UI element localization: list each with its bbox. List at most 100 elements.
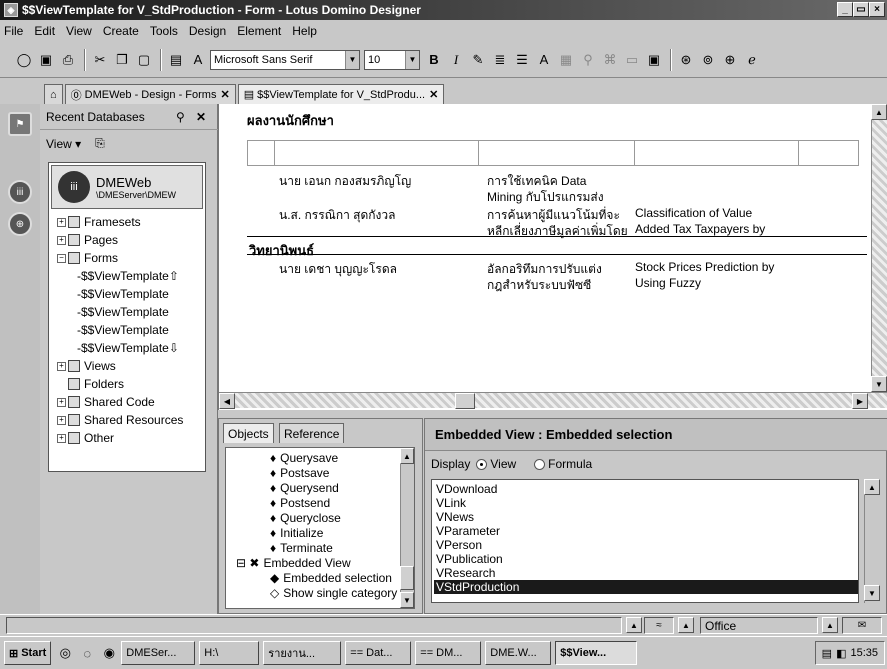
- radio-view[interactable]: [476, 458, 488, 470]
- scroll-down-icon[interactable]: ▼: [864, 585, 880, 601]
- expand-icon[interactable]: +: [57, 217, 66, 227]
- tree-item-shared-code[interactable]: + Shared Code: [57, 393, 155, 411]
- chevron-up-icon[interactable]: ▲: [678, 617, 694, 633]
- chevron-up-icon[interactable]: ▲: [822, 617, 838, 633]
- radio-formula[interactable]: [534, 458, 546, 470]
- location-field[interactable]: Office: [700, 617, 818, 634]
- menu-tools[interactable]: Tools: [150, 24, 178, 38]
- field-icon[interactable]: ▭: [622, 50, 642, 70]
- close-button[interactable]: ×: [869, 2, 885, 17]
- stop-icon[interactable]: ◯: [14, 50, 34, 70]
- chevron-down-icon[interactable]: ▼: [345, 50, 359, 69]
- menu-create[interactable]: Create: [103, 24, 139, 38]
- highlighter-icon[interactable]: ✎: [468, 50, 488, 70]
- restore-button[interactable]: ▭: [853, 2, 869, 17]
- tree-item-pages[interactable]: + Pages: [57, 231, 118, 249]
- paste-icon[interactable]: ▢: [134, 50, 154, 70]
- horizontal-scrollbar[interactable]: ◀ ▶: [219, 392, 887, 409]
- bold-button[interactable]: B: [424, 50, 444, 70]
- tab-design-forms[interactable]: ⓪ DMEWeb - Design - Forms ✕: [64, 84, 236, 104]
- chevron-up-icon[interactable]: ▲: [626, 617, 642, 633]
- quicklaunch-icon[interactable]: ◌: [77, 643, 97, 663]
- database-bookmark-icon[interactable]: ⊕: [8, 212, 32, 236]
- expand-icon[interactable]: +: [57, 235, 66, 245]
- list-item[interactable]: ◇ Show single category: [270, 585, 397, 600]
- ie-preview-icon[interactable]: ℯ: [742, 50, 762, 70]
- vertical-scrollbar[interactable]: ▲ ▼: [400, 448, 414, 608]
- signal-icon[interactable]: ≈: [644, 617, 674, 634]
- preview-icon[interactable]: ▣: [644, 50, 664, 70]
- text-style-icon[interactable]: A: [188, 50, 208, 70]
- tray-icon[interactable]: ◧: [836, 647, 846, 660]
- menu-help[interactable]: Help: [292, 24, 317, 38]
- list-item[interactable]: VPublication: [434, 552, 858, 566]
- tree-item-form[interactable]: - $$ViewTemplate: [77, 321, 169, 339]
- list-item[interactable]: VParameter: [434, 524, 858, 538]
- tab-view-template[interactable]: ▤ $$ViewTemplate for V_StdProdu... ✕: [237, 84, 445, 104]
- list-item[interactable]: ♦ Postsend: [270, 495, 330, 510]
- scroll-up-icon[interactable]: ⇧: [169, 269, 179, 283]
- vertical-scrollbar[interactable]: ▲ ▼: [871, 104, 887, 394]
- font-size-select[interactable]: 10 ▼: [364, 49, 420, 70]
- mail-icon[interactable]: ✉: [842, 617, 882, 634]
- task-button[interactable]: == DM...: [415, 641, 482, 665]
- list-item[interactable]: VLink: [434, 496, 858, 510]
- menu-view[interactable]: View: [66, 24, 92, 38]
- home-tab[interactable]: ⌂: [44, 84, 63, 104]
- expand-icon[interactable]: +: [57, 415, 66, 425]
- scroll-right-icon[interactable]: ▶: [852, 393, 868, 409]
- scroll-thumb[interactable]: [455, 393, 475, 409]
- menu-file[interactable]: File: [4, 24, 23, 38]
- tray-icon[interactable]: ▤: [822, 647, 832, 660]
- attach-icon[interactable]: ⌘: [600, 50, 620, 70]
- close-icon[interactable]: ✕: [220, 88, 229, 101]
- expand-icon[interactable]: +: [57, 397, 66, 407]
- objects-list[interactable]: ♦ Querysave ♦ Postsave ♦ Querysend ♦ Postsen…: [225, 447, 415, 609]
- list-item[interactable]: VNews: [434, 510, 858, 524]
- folder-icon[interactable]: ⎘: [95, 136, 105, 151]
- vertical-scrollbar[interactable]: ▲ ▼: [864, 479, 880, 603]
- scroll-down-icon[interactable]: ⇩: [169, 341, 179, 355]
- font-name-select[interactable]: Microsoft Sans Serif ▼: [210, 49, 360, 70]
- quicklaunch-icon[interactable]: ◎: [55, 643, 75, 663]
- tab-reference[interactable]: Reference: [279, 423, 345, 443]
- notes-preview-icon[interactable]: ⊛: [676, 50, 696, 70]
- web-preview-icon[interactable]: ⊚: [698, 50, 718, 70]
- tree-item-forms[interactable]: − Forms: [57, 249, 118, 267]
- list-item[interactable]: ♦ Querysend: [270, 480, 339, 495]
- database-header[interactable]: iii DMEWeb \DMEServer\DMEW: [51, 165, 203, 209]
- tree-item-views[interactable]: + Views: [57, 357, 116, 375]
- browser-preview-icon[interactable]: ⊕: [720, 50, 740, 70]
- task-button[interactable]: DMESer...: [121, 641, 196, 665]
- scroll-down-icon[interactable]: ▼: [400, 592, 414, 608]
- chevron-down-icon[interactable]: ▼: [405, 50, 419, 69]
- scroll-left-icon[interactable]: ◀: [219, 393, 235, 409]
- tree-item-form[interactable]: - $$ViewTemplate: [77, 303, 169, 321]
- task-button[interactable]: H:\: [199, 641, 260, 665]
- start-button[interactable]: ⊞ Start: [4, 641, 52, 665]
- menu-element[interactable]: Element: [237, 24, 281, 38]
- collapse-icon[interactable]: −: [57, 253, 66, 263]
- list-item[interactable]: VPerson: [434, 538, 858, 552]
- list-item[interactable]: ♦ Querysave: [270, 450, 338, 465]
- list-item[interactable]: ♦ Postsave: [270, 465, 329, 480]
- close-icon[interactable]: ✕: [429, 88, 438, 101]
- copy-icon[interactable]: ❐: [112, 50, 132, 70]
- expand-icon[interactable]: +: [57, 361, 66, 371]
- pin-icon[interactable]: ⚲: [176, 110, 185, 124]
- scroll-up-icon[interactable]: ▲: [871, 104, 887, 120]
- list-item[interactable]: VResearch: [434, 566, 858, 580]
- tree-item-other[interactable]: + Other: [57, 429, 114, 447]
- close-icon[interactable]: ✕: [196, 110, 206, 124]
- tree-item-folders[interactable]: Folders: [68, 375, 124, 393]
- task-button[interactable]: รายงาน...: [263, 641, 342, 665]
- tree-item-shared-resources[interactable]: + Shared Resources: [57, 411, 183, 429]
- list-item[interactable]: VDownload: [434, 482, 858, 496]
- tree-item-form[interactable]: - $$ViewTemplate: [77, 285, 169, 303]
- menu-edit[interactable]: Edit: [34, 24, 55, 38]
- print-icon[interactable]: ⎙: [58, 50, 78, 70]
- list-item[interactable]: ⊟ ✖ Embedded View: [236, 555, 351, 570]
- italic-button[interactable]: I: [446, 50, 466, 70]
- bookmark-icon[interactable]: ⚑: [8, 112, 32, 136]
- task-button[interactable]: == Dat...: [345, 641, 412, 665]
